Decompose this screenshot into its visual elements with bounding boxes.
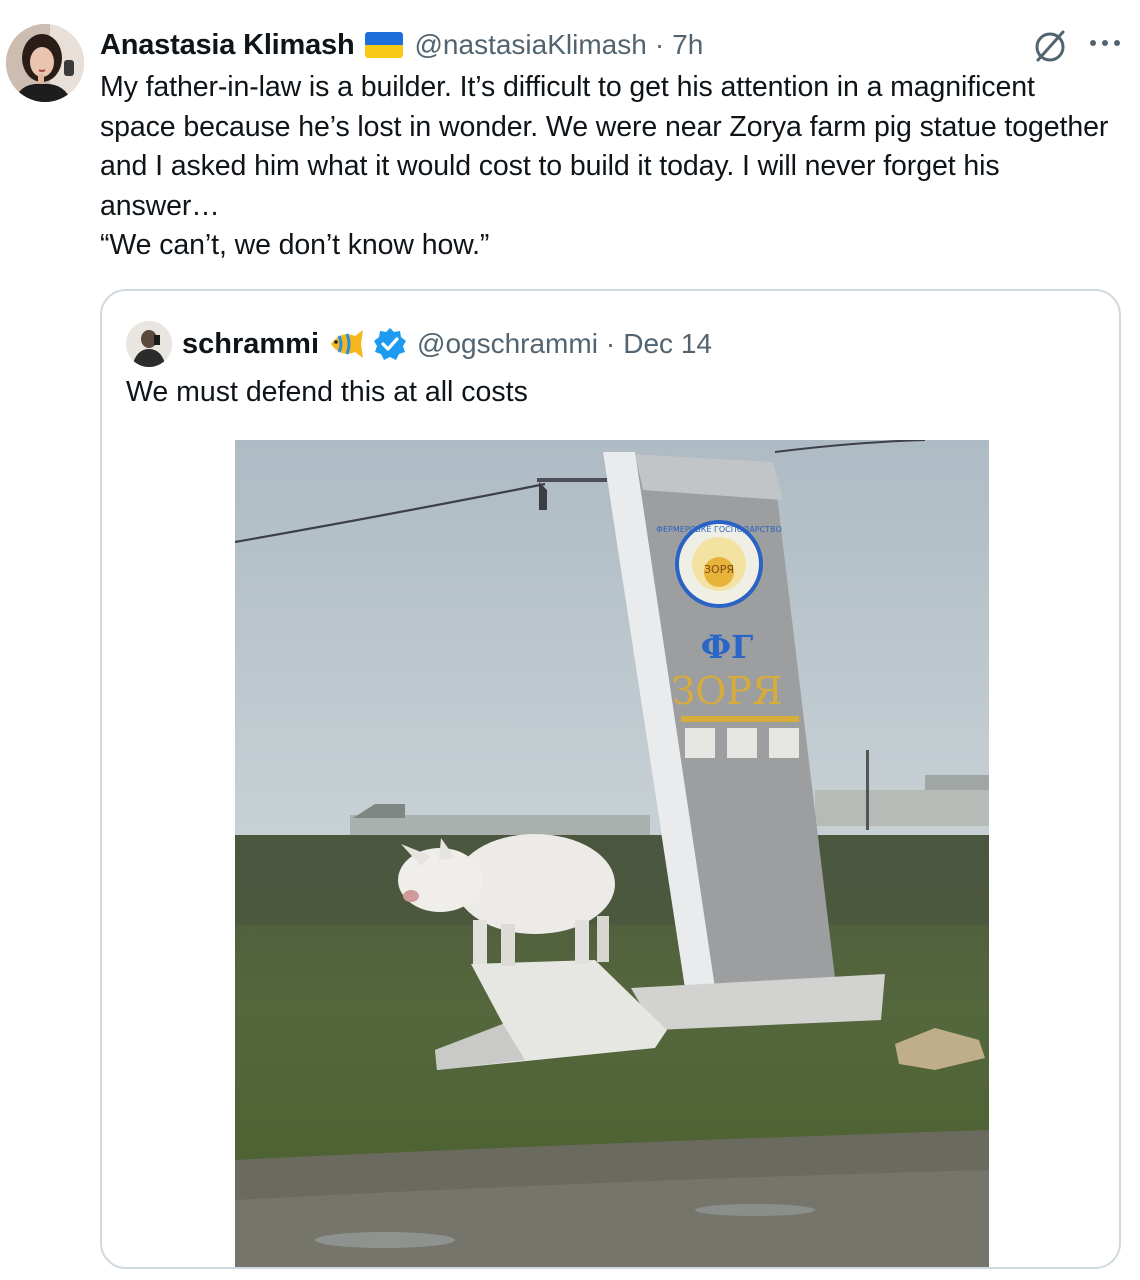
sign-title: ЗОРЯ [671,669,782,713]
quoted-author-name[interactable]: schrammi [182,328,319,361]
quoted-tweet-header: schrammi @ogschrammi · Dec 14 [182,321,712,367]
quoted-tweet-date[interactable]: Dec 14 [623,328,712,360]
tweet-paragraph: “We can’t, we don’t know how.” [100,229,490,261]
tweet-header: Anastasia Klimash @nastasiaKlimash · 7h [100,26,703,64]
sign-emblem-center-text: ЗОРЯ [704,563,734,576]
tweet-text: My father-in-law is a builder. It’s diff… [100,68,1110,266]
tweet-time[interactable]: 7h [672,29,703,61]
tweet-paragraph: My father-in-law is a builder. It’s diff… [100,71,1109,222]
pig-statue-photo: ЗОРЯ ФЕРМЕРСЬКЕ ГОСПОДАРСТВО ФГ ЗОРЯ [235,440,989,1267]
tweet-photo[interactable]: ЗОРЯ ФЕРМЕРСЬКЕ ГОСПОДАРСТВО ФГ ЗОРЯ [235,440,989,1267]
author-avatar[interactable] [6,24,84,102]
sign-emblem-ring-text: ФЕРМЕРСЬКЕ ГОСПОДАРСТВО [656,525,782,534]
more-icon[interactable] [1085,36,1125,50]
verified-badge-icon [374,328,407,360]
author-name[interactable]: Anastasia Klimash [100,29,355,62]
quoted-tweet-text: We must defend this at all costs [126,376,528,408]
quoted-author-handle[interactable]: @ogschrammi [417,328,598,360]
tweet[interactable]: Anastasia Klimash @nastasiaKlimash · 7h … [0,0,1140,1280]
sign-abbr: ФГ [701,628,753,666]
avatar-photo [6,24,84,102]
ukraine-flag-icon [364,32,403,58]
separator: · [605,328,616,359]
quoted-tweet[interactable]: schrammi @ogschrammi · Dec 14 We must de… [100,289,1121,1269]
grok-icon[interactable] [1030,26,1070,66]
separator: · [654,29,665,60]
quoted-author-avatar[interactable] [126,321,172,367]
author-handle[interactable]: @nastasiaKlimash [415,29,647,61]
quoted-avatar-photo [126,321,172,367]
tropical-fish-icon [331,330,364,358]
